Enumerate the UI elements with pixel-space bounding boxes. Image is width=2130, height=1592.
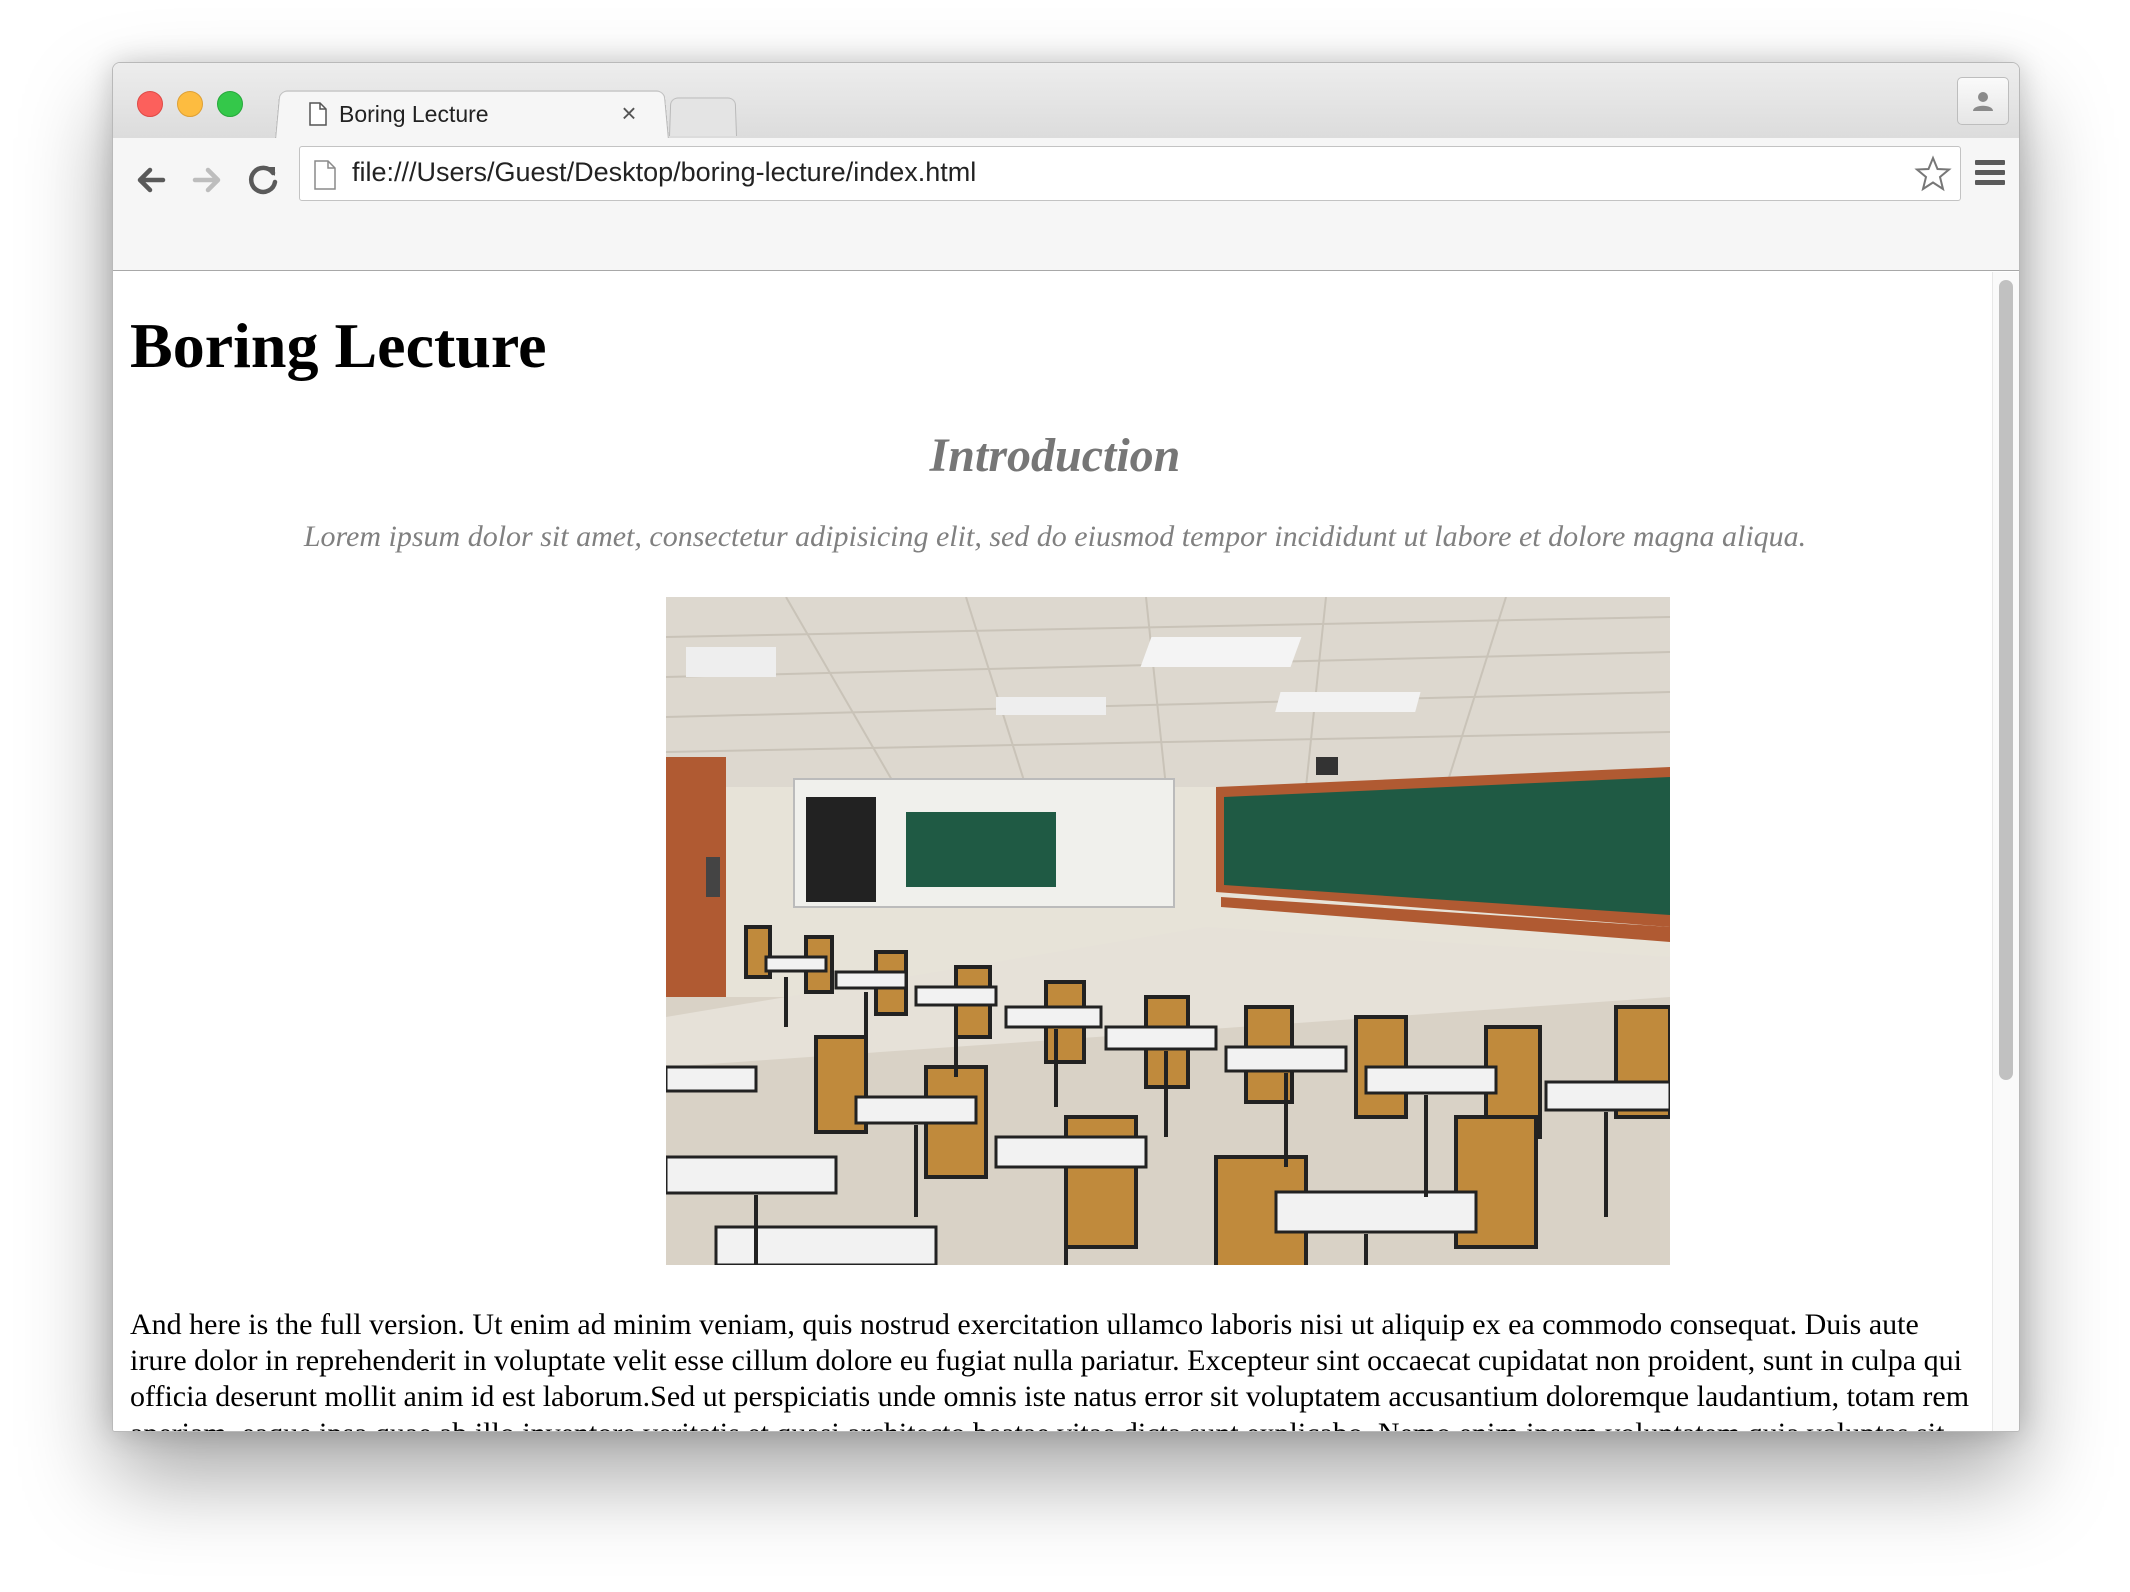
profile-button[interactable]	[1957, 77, 2009, 125]
bookmark-star-icon[interactable]	[1914, 155, 1952, 198]
reload-button[interactable]	[241, 158, 285, 202]
page-icon	[309, 102, 327, 126]
page-icon	[314, 160, 336, 190]
tab-boring-lecture[interactable]: Boring Lecture ×	[293, 89, 653, 139]
tab-title: Boring Lecture	[339, 100, 489, 127]
section-heading: Introduction	[929, 429, 1181, 482]
back-button[interactable]	[129, 158, 173, 202]
close-window-button[interactable]	[137, 91, 163, 117]
title-bar: Boring Lecture ×	[113, 63, 2019, 140]
menu-icon[interactable]	[1975, 159, 2005, 190]
scrollbar-thumb[interactable]	[1999, 280, 2013, 1080]
back-arrow-icon	[137, 167, 166, 193]
maximize-window-button[interactable]	[217, 91, 243, 117]
page-title: Boring Lecture	[130, 310, 547, 381]
address-bar[interactable]: file:///Users/Guest/Desktop/boring-lectu…	[299, 146, 1961, 201]
new-tab-button[interactable]	[669, 97, 737, 136]
url-text[interactable]: file:///Users/Guest/Desktop/boring-lectu…	[352, 157, 976, 188]
browser-toolbar: file:///Users/Guest/Desktop/boring-lectu…	[113, 138, 2019, 271]
classroom-image	[666, 597, 1670, 1265]
browser-window: Boring Lecture × file:///Users/Guest/Des…	[112, 62, 2020, 1432]
close-tab-icon[interactable]: ×	[615, 99, 643, 127]
profile-icon	[1973, 92, 1993, 111]
page-viewport: Boring Lecture Introduction Lorem ipsum …	[113, 272, 2019, 1431]
forward-arrow-icon	[192, 167, 221, 193]
reload-icon	[248, 165, 278, 195]
summary-text: Lorem ipsum dolor sit amet, consectetur …	[303, 520, 1807, 553]
vertical-scrollbar[interactable]	[1992, 272, 2019, 1431]
forward-button[interactable]	[185, 158, 229, 202]
body-text: And here is the full version. Ut enim ad…	[130, 1308, 1970, 1431]
minimize-window-button[interactable]	[177, 91, 203, 117]
